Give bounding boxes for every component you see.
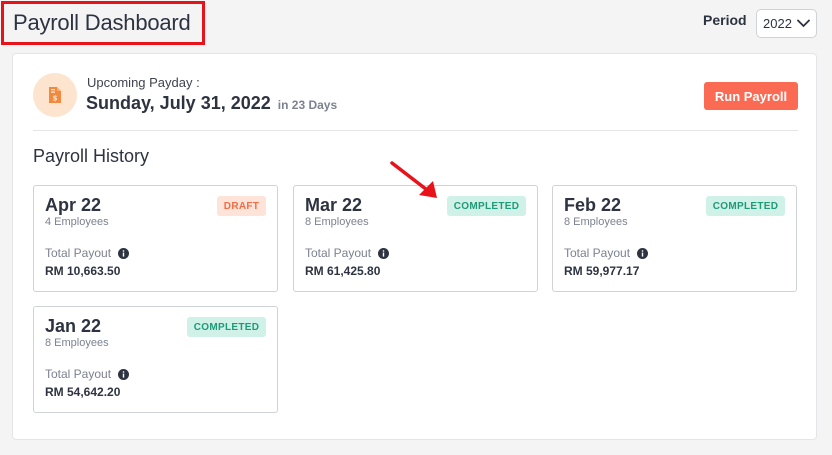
total-payout-text: Total Payout [564, 246, 631, 260]
total-payout-amount: RM 61,425.80 [305, 264, 381, 278]
days-remaining: in 23 Days [277, 98, 338, 112]
run-employees: 4 Employees [45, 216, 109, 228]
total-payout-label: Total Payout [305, 246, 390, 260]
run-month: Apr 22 [45, 195, 102, 215]
red-arrow-annotation [390, 161, 437, 198]
status-badge: COMPLETED [187, 317, 266, 337]
info-icon[interactable] [378, 247, 390, 259]
total-payout-label: Total Payout [45, 246, 130, 260]
info-icon[interactable] [118, 247, 130, 259]
payroll-run-card-apr[interactable]: Apr 22 4 Employees DRAFT Total Payout RM… [33, 185, 278, 292]
payslip-icon: $ [33, 73, 77, 117]
total-payout-label: Total Payout [45, 367, 130, 381]
info-icon[interactable] [637, 247, 649, 259]
period-value: 2022 [763, 16, 792, 31]
payroll-history-title: Payroll History [33, 146, 150, 166]
total-payout-amount: RM 54,642.20 [45, 385, 121, 399]
total-payout-amount: RM 59,977.17 [564, 264, 640, 278]
total-payout-amount: RM 10,663.50 [45, 264, 121, 278]
payday-date-text: Sunday, July 31, 2022 [86, 93, 271, 113]
divider [33, 130, 798, 131]
upcoming-payday-label: Upcoming Payday : [87, 75, 200, 90]
status-badge: COMPLETED [706, 196, 785, 216]
chevron-down-icon [797, 19, 810, 28]
total-payout-text: Total Payout [305, 246, 372, 260]
status-badge: COMPLETED [447, 196, 526, 216]
total-payout-text: Total Payout [45, 367, 112, 381]
run-employees: 8 Employees [305, 216, 369, 228]
payroll-run-card-feb[interactable]: Feb 22 8 Employees COMPLETED Total Payou… [552, 185, 797, 292]
run-month: Jan 22 [45, 316, 102, 336]
payday-date: Sunday, July 31, 2022 in 23 Days [86, 93, 337, 114]
run-month: Feb 22 [564, 195, 622, 215]
run-employees: 8 Employees [45, 337, 109, 349]
payroll-run-card-jan[interactable]: Jan 22 8 Employees COMPLETED Total Payou… [33, 306, 278, 413]
svg-text:$: $ [53, 95, 58, 103]
run-employees: 8 Employees [564, 216, 628, 228]
total-payout-label: Total Payout [564, 246, 649, 260]
run-month: Mar 22 [305, 195, 363, 215]
period-label: Period [703, 12, 747, 28]
info-icon[interactable] [118, 368, 130, 380]
run-payroll-button[interactable]: Run Payroll [704, 82, 798, 110]
page-title: Payroll Dashboard [13, 10, 191, 35]
period-select[interactable]: 2022 [756, 9, 817, 38]
status-badge: DRAFT [217, 196, 266, 216]
payroll-card: $ Upcoming Payday : Sunday, July 31, 202… [12, 53, 817, 440]
total-payout-text: Total Payout [45, 246, 112, 260]
page-title-highlight: Payroll Dashboard [1, 1, 205, 45]
